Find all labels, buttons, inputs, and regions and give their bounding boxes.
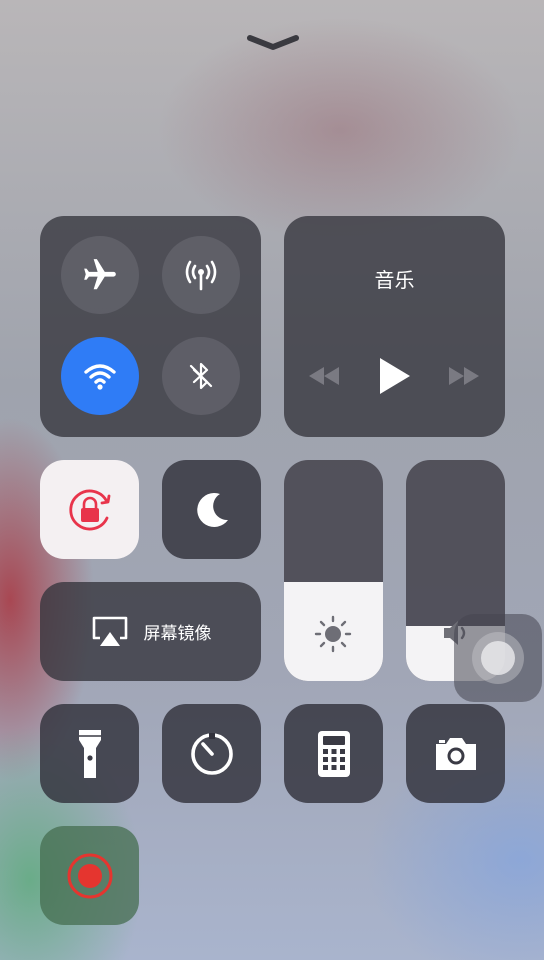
music-panel[interactable]: 音乐 (284, 216, 505, 437)
music-title: 音乐 (374, 268, 415, 292)
assistive-touch-core (481, 641, 515, 675)
airplane-mode-button[interactable] (61, 236, 139, 314)
airplay-icon (92, 616, 127, 646)
wifi-icon (84, 364, 116, 390)
bluetooth-button[interactable] (162, 337, 240, 415)
screen-mirroring-label: 屏幕镜像 (143, 624, 212, 644)
screen-recording-button[interactable] (40, 826, 139, 925)
rotation-lock-icon (68, 489, 110, 530)
wifi-button[interactable] (61, 337, 139, 415)
timer-icon (190, 732, 233, 775)
rotation-lock-button[interactable] (40, 460, 139, 559)
calculator-icon (317, 730, 350, 777)
record-icon (67, 853, 112, 898)
brightness-slider[interactable] (284, 460, 383, 681)
do-not-disturb-button[interactable] (162, 460, 261, 559)
sun-icon (314, 615, 352, 653)
connectivity-panel (40, 216, 261, 437)
bluetooth-icon (189, 362, 213, 390)
airplane-icon (84, 259, 116, 290)
assistive-touch-ring (472, 632, 524, 684)
screen-mirroring-button[interactable]: 屏幕镜像 (40, 582, 261, 681)
camera-icon (435, 737, 476, 770)
flashlight-button[interactable] (40, 704, 139, 803)
moon-icon (196, 492, 228, 527)
rewind-icon[interactable] (306, 364, 342, 388)
cellular-data-button[interactable] (162, 236, 240, 314)
camera-button[interactable] (406, 704, 505, 803)
assistive-touch-button[interactable] (454, 614, 542, 702)
timer-button[interactable] (162, 704, 261, 803)
fast-forward-icon[interactable] (446, 364, 482, 388)
play-icon[interactable] (377, 355, 413, 397)
antenna-icon (185, 260, 217, 291)
flashlight-icon (78, 729, 101, 778)
chevron-down-icon[interactable] (247, 34, 299, 52)
calculator-button[interactable] (284, 704, 383, 803)
